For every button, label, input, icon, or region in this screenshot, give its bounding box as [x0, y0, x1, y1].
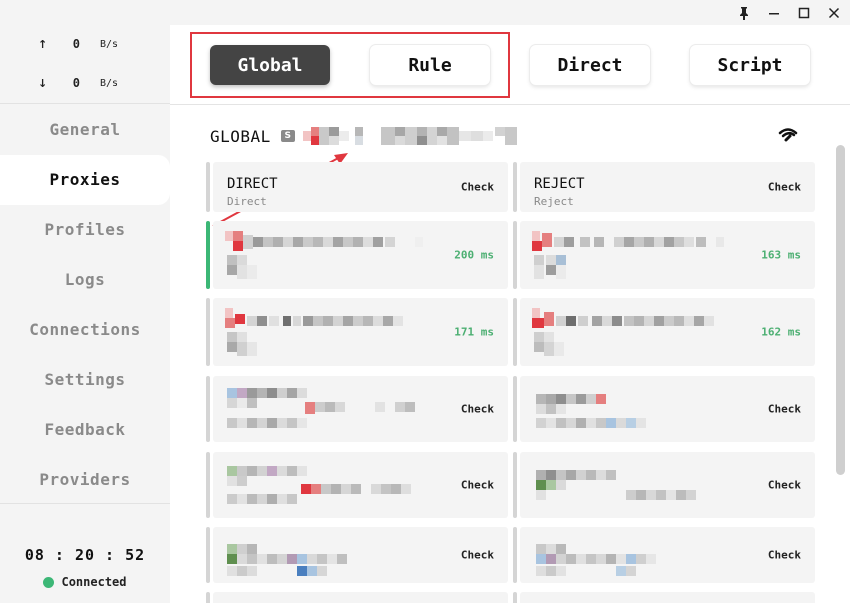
sidebar-nav: General Proxies Profiles Logs Connection…	[0, 105, 170, 505]
check-button[interactable]: Check	[461, 549, 494, 562]
proxy-indicator	[206, 298, 210, 366]
proxy-name-redacted	[227, 544, 347, 576]
sidebar-item-profiles[interactable]: Profiles	[0, 205, 170, 255]
wifi-icon[interactable]	[778, 126, 798, 144]
upload-arrow-icon: ↑	[38, 37, 48, 51]
mode-global-button[interactable]: Global	[210, 45, 330, 85]
proxy-name-redacted	[227, 388, 415, 428]
title-bar	[0, 0, 850, 25]
proxy-indicator	[513, 376, 517, 442]
proxy-name: REJECT	[534, 176, 585, 192]
sidebar-footer: 08 : 20 : 52 Connected	[0, 503, 170, 603]
sidebar: ↑ 0 B/s ↓ 0 B/s General Proxies Profiles…	[0, 25, 170, 603]
proxy-card[interactable]: 200 ms	[206, 221, 508, 289]
proxy-indicator	[206, 527, 210, 583]
proxy-indicator	[206, 376, 210, 442]
check-button[interactable]: Check	[461, 403, 494, 416]
proxy-name-redacted	[532, 308, 714, 356]
sidebar-item-general[interactable]: General	[0, 105, 170, 155]
scrollbar-thumb[interactable]	[836, 145, 845, 475]
mode-rule-button[interactable]: Rule	[370, 45, 490, 85]
proxy-indicator	[206, 162, 210, 212]
proxy-card[interactable]: Check	[206, 376, 508, 442]
proxy-card[interactable]: Check	[206, 452, 508, 518]
download-unit: B/s	[100, 77, 119, 89]
proxy-name: DIRECT	[227, 176, 278, 192]
traffic-panel: ↑ 0 B/s ↓ 0 B/s	[0, 25, 170, 104]
proxy-name-redacted	[225, 231, 423, 279]
proxy-delay[interactable]: 163 ms	[761, 249, 801, 262]
status-label: Connected	[61, 575, 127, 589]
check-button[interactable]: Check	[768, 403, 801, 416]
proxy-name-redacted	[536, 394, 646, 428]
check-button[interactable]: Check	[768, 479, 801, 492]
connection-status: Connected	[0, 575, 170, 589]
maximize-icon[interactable]	[793, 2, 815, 24]
sidebar-item-providers[interactable]: Providers	[0, 455, 170, 505]
uptime-clock: 08 : 20 : 52	[24, 546, 146, 564]
proxy-card[interactable]	[206, 592, 508, 603]
proxy-indicator	[206, 592, 210, 603]
upload-value: 0	[72, 37, 80, 51]
proxies-panel: GLOBAL S DIRECT Direct Check REJECT Reje…	[170, 106, 850, 603]
proxy-indicator	[513, 162, 517, 212]
proxy-card[interactable]: Check	[513, 527, 815, 583]
proxy-type: Direct	[227, 195, 267, 208]
group-title: GLOBAL	[210, 126, 271, 146]
proxy-name-redacted	[225, 308, 403, 356]
proxy-card[interactable]: 163 ms	[513, 221, 815, 289]
proxy-selected-indicator	[206, 221, 210, 289]
proxy-indicator	[206, 452, 210, 518]
proxy-indicator	[513, 298, 517, 366]
download-value: 0	[72, 76, 80, 90]
proxy-card[interactable]: 171 ms	[206, 298, 508, 366]
proxy-type: Reject	[534, 195, 574, 208]
proxy-indicator	[513, 452, 517, 518]
proxy-card-direct[interactable]: DIRECT Direct Check	[206, 162, 508, 212]
sidebar-item-feedback[interactable]: Feedback	[0, 405, 170, 455]
sidebar-item-proxies[interactable]: Proxies	[0, 155, 170, 205]
download-arrow-icon: ↓	[38, 76, 48, 90]
sidebar-item-connections[interactable]: Connections	[0, 305, 170, 355]
check-button[interactable]: Check	[461, 181, 494, 194]
proxy-delay[interactable]: 162 ms	[761, 326, 801, 339]
proxy-card[interactable]: 162 ms	[513, 298, 815, 366]
proxy-name-redacted	[532, 231, 724, 279]
mode-direct-button[interactable]: Direct	[530, 45, 650, 85]
group-current-proxy-redacted	[302, 127, 517, 145]
proxy-name-redacted	[536, 470, 696, 500]
proxy-group-header[interactable]: GLOBAL S	[210, 126, 523, 146]
download-speed: ↓ 0 B/s	[38, 75, 118, 91]
check-button[interactable]: Check	[461, 479, 494, 492]
group-type-badge: S	[280, 130, 295, 142]
proxy-indicator	[513, 592, 517, 603]
minimize-icon[interactable]	[763, 2, 785, 24]
proxy-card-reject[interactable]: REJECT Reject Check	[513, 162, 815, 212]
sidebar-item-logs[interactable]: Logs	[0, 255, 170, 305]
check-button[interactable]: Check	[768, 181, 801, 194]
pin-icon[interactable]	[733, 2, 755, 24]
proxy-card[interactable]: Check	[513, 452, 815, 518]
proxy-name-redacted	[227, 466, 411, 504]
mode-script-button[interactable]: Script	[690, 45, 810, 85]
proxy-card[interactable]	[513, 592, 815, 603]
close-icon[interactable]	[823, 2, 845, 24]
check-button[interactable]: Check	[768, 549, 801, 562]
proxy-card[interactable]: Check	[206, 527, 508, 583]
proxy-indicator	[513, 221, 517, 289]
upload-unit: B/s	[100, 38, 119, 50]
status-dot-icon	[43, 576, 55, 588]
proxy-card[interactable]: Check	[513, 376, 815, 442]
proxy-name-redacted	[536, 544, 656, 576]
proxy-delay[interactable]: 171 ms	[454, 326, 494, 339]
proxy-delay[interactable]: 200 ms	[454, 249, 494, 262]
upload-speed: ↑ 0 B/s	[38, 36, 118, 52]
mode-selector: Global Rule Direct Script	[170, 25, 850, 105]
proxy-indicator	[513, 527, 517, 583]
sidebar-item-settings[interactable]: Settings	[0, 355, 170, 405]
